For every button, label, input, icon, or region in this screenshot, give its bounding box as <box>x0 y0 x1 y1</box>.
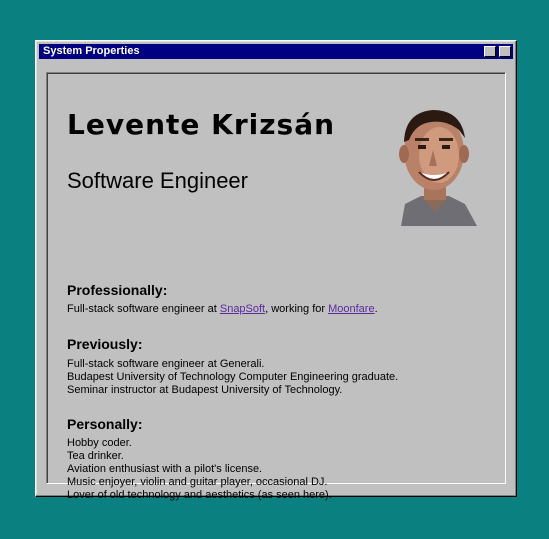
professionally-text-2: , working for <box>265 303 329 315</box>
window-title: System Properties <box>43 45 140 57</box>
previously-line: Budapest University of Technology Comput… <box>67 371 399 383</box>
profile-role: Software Engineer <box>67 168 248 193</box>
system-properties-window: System Properties Levente Krizsán Softwa… <box>35 40 517 501</box>
maximize-button[interactable] <box>484 46 496 57</box>
previously-line: Full-stack software engineer at Generali… <box>67 358 265 370</box>
profile-name: Levente Krizsán <box>67 108 336 141</box>
moonfare-link[interactable]: Moonfare <box>328 303 374 315</box>
professionally-text: Full-stack software engineer at SnapSoft… <box>67 303 378 316</box>
avatar <box>399 110 477 226</box>
snapsoft-link[interactable]: SnapSoft <box>220 303 265 315</box>
personally-text: Hobby coder. Tea drinker. Aviation enthu… <box>67 437 332 502</box>
personally-line: Aviation enthusiast with a pilot's licen… <box>67 463 263 475</box>
professionally-text-1: Full-stack software engineer at <box>67 303 220 315</box>
previously-line: Seminar instructor at Budapest Universit… <box>67 384 343 396</box>
personally-line: Hobby coder. <box>67 437 132 449</box>
previously-heading: Previously: <box>67 336 143 352</box>
personally-line: Lover of old technology and aesthetics (… <box>67 489 332 501</box>
professionally-heading: Professionally: <box>67 282 168 298</box>
close-button[interactable] <box>499 46 511 57</box>
personally-line: Tea drinker. <box>67 450 124 462</box>
previously-text: Full-stack software engineer at Generali… <box>67 358 398 397</box>
personally-heading: Personally: <box>67 416 143 432</box>
title-bar[interactable]: System Properties <box>39 44 513 59</box>
content-panel: Levente Krizsán Software Engineer Profes… <box>46 72 506 501</box>
professionally-text-3: . <box>374 303 378 315</box>
personally-line: Music enjoyer, violin and guitar player,… <box>67 476 328 488</box>
